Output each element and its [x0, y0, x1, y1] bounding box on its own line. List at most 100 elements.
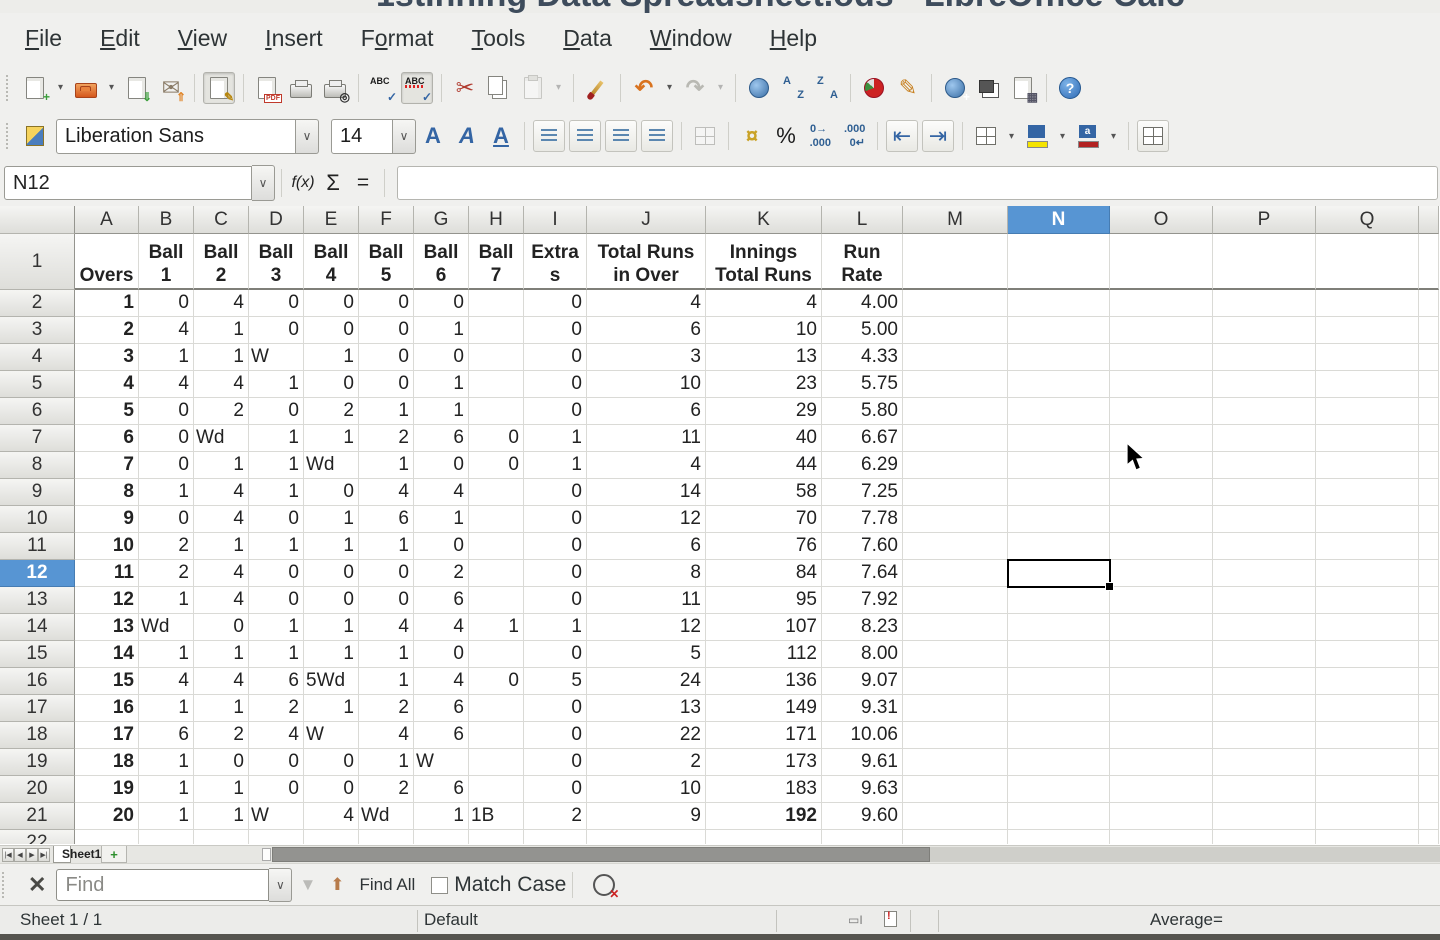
cell-J17[interactable]: 13	[587, 695, 706, 722]
cell-P20[interactable]	[1213, 776, 1316, 803]
cell-L7[interactable]: 6.67	[822, 425, 903, 452]
cell-H10[interactable]	[469, 506, 524, 533]
cell-Q18[interactable]	[1316, 722, 1419, 749]
cell-H17[interactable]	[469, 695, 524, 722]
help-icon[interactable]: ?	[1055, 73, 1085, 103]
cell-J6[interactable]: 6	[587, 398, 706, 425]
merge-cells-icon[interactable]	[690, 121, 720, 151]
cell-M5[interactable]	[903, 371, 1008, 398]
tab-scrollbar-splitter[interactable]	[262, 848, 271, 861]
cell-A16[interactable]: 15	[75, 668, 139, 695]
cell-K15[interactable]: 112	[706, 641, 822, 668]
cell-J13[interactable]: 11	[587, 587, 706, 614]
cell-B15[interactable]: 1	[139, 641, 194, 668]
cell-A6[interactable]: 5	[75, 398, 139, 425]
print-icon[interactable]	[286, 73, 316, 103]
percent-icon[interactable]: %	[771, 121, 801, 151]
cell-L13[interactable]: 7.92	[822, 587, 903, 614]
cell-L22[interactable]	[822, 830, 903, 844]
cell-P15[interactable]	[1213, 641, 1316, 668]
cell-partial-5[interactable]	[1419, 371, 1439, 398]
italic-icon[interactable]: A	[452, 121, 482, 151]
cell-M4[interactable]	[903, 344, 1008, 371]
cell-D4[interactable]: W	[249, 344, 304, 371]
cell-partial-18[interactable]	[1419, 722, 1439, 749]
new-document-dropdown[interactable]: ▾	[54, 73, 67, 103]
cell-F3[interactable]: 0	[359, 317, 414, 344]
cell-B9[interactable]: 1	[139, 479, 194, 506]
font-size-combobox[interactable]: 14	[331, 119, 393, 154]
cell-B13[interactable]: 1	[139, 587, 194, 614]
cell-C9[interactable]: 4	[194, 479, 249, 506]
cell-G8[interactable]: 0	[414, 452, 469, 479]
cell-D11[interactable]: 1	[249, 533, 304, 560]
cell-partial-14[interactable]	[1419, 614, 1439, 641]
cell-G3[interactable]: 1	[414, 317, 469, 344]
cell-L14[interactable]: 8.23	[822, 614, 903, 641]
cell-A11[interactable]: 10	[75, 533, 139, 560]
cell-B7[interactable]: 0	[139, 425, 194, 452]
cell-F17[interactable]: 2	[359, 695, 414, 722]
cell-H9[interactable]	[469, 479, 524, 506]
horizontal-scrollbar-thumb[interactable]	[272, 847, 930, 862]
cell-L18[interactable]: 10.06	[822, 722, 903, 749]
cell-G11[interactable]: 0	[414, 533, 469, 560]
cell-K17[interactable]: 149	[706, 695, 822, 722]
find-history-dropdown[interactable]: ∨	[269, 868, 292, 902]
row-header-16[interactable]: 16	[0, 668, 75, 695]
cell-M18[interactable]	[903, 722, 1008, 749]
cell-M20[interactable]	[903, 776, 1008, 803]
cell-N13[interactable]	[1008, 587, 1110, 614]
cell-J4[interactable]: 3	[587, 344, 706, 371]
cell-N14[interactable]	[1008, 614, 1110, 641]
cell-K3[interactable]: 10	[706, 317, 822, 344]
cell-A12[interactable]: 11	[75, 560, 139, 587]
cell-B14[interactable]: Wd	[139, 614, 194, 641]
cell-partial-4[interactable]	[1419, 344, 1439, 371]
function-wizard-icon[interactable]: f(x)	[288, 168, 318, 198]
redo-icon[interactable]: ↷	[680, 73, 710, 103]
add-decimal-icon[interactable]: 0→.000	[805, 121, 835, 151]
cell-D2[interactable]: 0	[249, 290, 304, 317]
cell-E2[interactable]: 0	[304, 290, 359, 317]
cell-L9[interactable]: 7.25	[822, 479, 903, 506]
cell-D9[interactable]: 1	[249, 479, 304, 506]
cell-I13[interactable]: 0	[524, 587, 587, 614]
cell-H11[interactable]	[469, 533, 524, 560]
cell-E17[interactable]: 1	[304, 695, 359, 722]
menu-help[interactable]: Help	[751, 21, 836, 56]
cell-C12[interactable]: 4	[194, 560, 249, 587]
cell-K18[interactable]: 171	[706, 722, 822, 749]
cell-I5[interactable]: 0	[524, 371, 587, 398]
cell-F22[interactable]	[359, 830, 414, 844]
cell-A5[interactable]: 4	[75, 371, 139, 398]
cell-O4[interactable]	[1110, 344, 1213, 371]
row-header-11[interactable]: 11	[0, 533, 75, 560]
cell-C10[interactable]: 4	[194, 506, 249, 533]
cell-partial-22[interactable]	[1419, 830, 1439, 844]
cell-N8[interactable]	[1008, 452, 1110, 479]
undo-icon[interactable]: ↶	[629, 73, 659, 103]
cell-F2[interactable]: 0	[359, 290, 414, 317]
cell-Q4[interactable]	[1316, 344, 1419, 371]
cell-F6[interactable]: 1	[359, 398, 414, 425]
cell-L21[interactable]: 9.60	[822, 803, 903, 830]
cell-J8[interactable]: 4	[587, 452, 706, 479]
cell-N16[interactable]	[1008, 668, 1110, 695]
cell-Q14[interactable]	[1316, 614, 1419, 641]
cell-reference-box[interactable]: N12	[4, 166, 252, 200]
cell-partial-10[interactable]	[1419, 506, 1439, 533]
cell-H1[interactable]: Ball 7	[469, 234, 524, 290]
cell-K22[interactable]	[706, 830, 822, 844]
cell-B6[interactable]: 0	[139, 398, 194, 425]
cell-G18[interactable]: 6	[414, 722, 469, 749]
cell-G7[interactable]: 6	[414, 425, 469, 452]
cell-P18[interactable]	[1213, 722, 1316, 749]
cell-O22[interactable]	[1110, 830, 1213, 844]
cell-Q2[interactable]	[1316, 290, 1419, 317]
next-sheet-icon[interactable]: ▶	[26, 848, 38, 862]
cell-I17[interactable]: 0	[524, 695, 587, 722]
cell-C5[interactable]: 4	[194, 371, 249, 398]
spelling-icon[interactable]: ABC✓	[367, 73, 397, 103]
cell-O18[interactable]	[1110, 722, 1213, 749]
